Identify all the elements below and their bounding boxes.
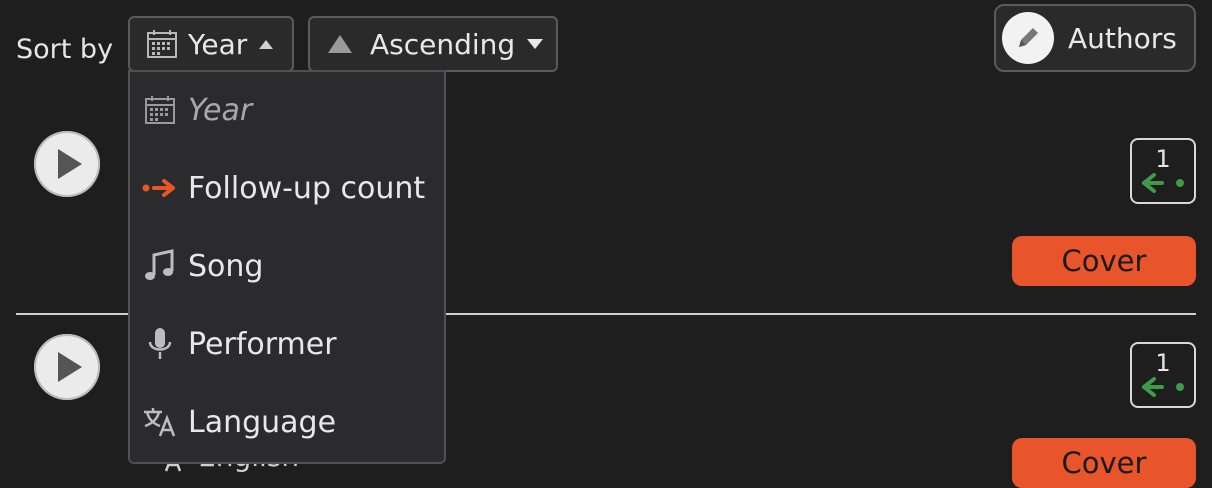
dropdown-item-label: Song <box>188 248 264 284</box>
followup-count: 1 <box>1155 145 1171 173</box>
play-button[interactable] <box>34 334 100 400</box>
microphone-icon <box>142 326 178 362</box>
sort-field-select[interactable]: Year <box>128 16 294 72</box>
arrow-left-icon <box>1140 172 1186 198</box>
dropdown-item-song[interactable]: Song <box>142 240 263 292</box>
dropdown-item-label: Performer <box>188 326 337 362</box>
cover-badge: Cover <box>1012 438 1196 488</box>
sort-field-value: Year <box>188 27 248 61</box>
followup-count-button[interactable]: 1 <box>1130 138 1196 204</box>
play-icon <box>58 149 82 179</box>
arrow-right-icon <box>142 170 178 206</box>
play-button[interactable] <box>34 131 100 197</box>
caret-up-icon <box>259 39 274 49</box>
play-icon <box>58 352 82 382</box>
arrow-left-icon <box>1140 376 1186 402</box>
pencil-icon <box>1002 12 1054 64</box>
triangle-up-icon <box>328 35 352 53</box>
dropdown-item-label: Language <box>188 404 337 440</box>
sort-order-value: Ascending <box>370 27 516 61</box>
dropdown-item-year[interactable]: Year <box>142 84 252 136</box>
calendar-icon <box>142 92 178 128</box>
dropdown-item-label: Follow-up count <box>188 170 426 206</box>
cover-badge: Cover <box>1012 236 1196 286</box>
dropdown-item-performer[interactable]: Performer <box>142 318 337 370</box>
calendar-icon <box>146 29 178 59</box>
followup-count-button[interactable]: 1 <box>1130 342 1196 408</box>
dropdown-item-language[interactable]: Language <box>142 396 336 448</box>
caret-down-icon <box>527 39 544 49</box>
sort-field-dropdown: Year Follow-up count Song Performer Lang… <box>128 70 446 464</box>
sort-by-label: Sort by <box>16 34 114 65</box>
music-note-icon <box>142 248 178 284</box>
translate-icon <box>142 404 178 440</box>
followup-count: 1 <box>1155 349 1171 377</box>
authors-button[interactable]: Authors <box>994 4 1196 72</box>
dropdown-item-followup-count[interactable]: Follow-up count <box>142 162 425 214</box>
dropdown-item-label: Year <box>188 92 253 128</box>
authors-label: Authors <box>1068 21 1177 55</box>
sort-order-select[interactable]: Ascending <box>308 16 558 72</box>
